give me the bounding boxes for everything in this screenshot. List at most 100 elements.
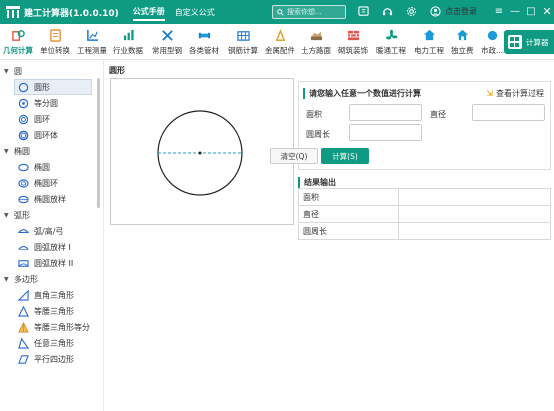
menu-icon[interactable]: ≡ [491, 6, 507, 17]
tool-label: 工程测量 [77, 46, 107, 55]
tool-steel[interactable]: 常用型钢 [152, 26, 182, 58]
sidebar-item-isosceles-divided[interactable]: 等腰三角形等分 [0, 319, 103, 335]
circle-diagram [157, 110, 243, 196]
tool-masonry[interactable]: 砌筑装饰 [338, 26, 368, 58]
circumference-input[interactable] [349, 124, 422, 141]
tool-survey[interactable]: 工程测量 [77, 26, 107, 58]
sidebar-item-ellipse-ring[interactable]: 椭圆环 [0, 175, 103, 191]
sidebar-item-arc-lofting-1[interactable]: 圆弧放样 I [0, 239, 103, 255]
divided-circle-icon [18, 98, 29, 109]
tool-municipal[interactable]: 市政... [481, 26, 503, 58]
arrow-icon: ⇲ [486, 89, 493, 98]
caret-down-icon: ▼ [4, 67, 9, 75]
masonry-icon [346, 28, 360, 42]
login-button[interactable]: 点击登录 [428, 4, 477, 18]
isosceles-triangle-icon [18, 305, 29, 317]
tool-industry-data[interactable]: 行业数据 [113, 26, 143, 58]
tool-earthwork[interactable]: 土方路面 [301, 26, 331, 58]
feedback-icon[interactable] [356, 4, 370, 18]
item-label: 圆弧放样 I [34, 242, 71, 252]
search-input[interactable]: 搜索你想... [272, 5, 346, 19]
sidebar-item-divided-circle[interactable]: 等分圆 [0, 95, 103, 111]
sidebar-item-torus[interactable]: 圆环体 [0, 127, 103, 143]
tool-rebar[interactable]: 钢筋计算 [228, 26, 258, 58]
diameter-input[interactable] [472, 104, 545, 121]
tab-formula-handbook[interactable]: 公式手册 [132, 4, 165, 21]
table-row: 圆周长 [298, 222, 551, 240]
ellipse-icon [18, 162, 29, 173]
fee-icon [455, 28, 469, 42]
center-point [198, 151, 202, 155]
item-label: 椭圆环 [34, 178, 58, 188]
sidebar-item-arc[interactable]: 弧/高/弓 [0, 223, 103, 239]
maximize-icon[interactable]: □ [523, 6, 539, 17]
torus-icon [18, 130, 29, 141]
clear-button[interactable]: 清空(Q) [270, 148, 318, 164]
sidebar-item-isosceles-triangle[interactable]: 等腰三角形 [0, 303, 103, 319]
view-process-link[interactable]: ⇲ 查看计算过程 [486, 88, 544, 99]
tool-power[interactable]: 电力工程 [414, 26, 444, 58]
search-icon [277, 8, 284, 16]
tool-geometry[interactable]: 几何计算 [3, 26, 33, 58]
tool-unit-convert[interactable]: 单位转换 [40, 26, 70, 58]
sidebar-item-arc-lofting-2[interactable]: 圆弧放样 II [0, 255, 103, 271]
tool-metal-parts[interactable]: 金属配件 [265, 26, 295, 58]
steel-icon [160, 28, 174, 42]
tool-label: 市政... [481, 46, 504, 55]
category-toolbar: 几何计算 单位转换 工程测量 行业数据 常用型钢 各类管材 钢筋计算 金属配件 … [0, 24, 554, 60]
tool-fee[interactable]: 独立费 [451, 26, 474, 58]
tool-label: 各类管材 [189, 46, 219, 55]
group-label: 多边形 [14, 274, 38, 284]
result-label: 面积 [298, 188, 399, 206]
tool-pipe[interactable]: 各类管材 [189, 26, 219, 58]
shape-sidebar: ▼ 圆 圆形 等分圆 圆环 圆环体 ▼ 椭圆 椭圆 椭圆环 椭圆放样 ▼ 弧形 … [0, 61, 104, 411]
sidebar-item-right-triangle[interactable]: 直角三角形 [0, 287, 103, 303]
group-label: 圆 [14, 66, 22, 76]
tool-label: 砌筑装饰 [338, 46, 368, 55]
settings-icon[interactable] [404, 4, 418, 18]
item-label: 圆弧放样 II [34, 258, 74, 268]
close-icon[interactable]: ✕ [539, 5, 554, 18]
group-circle[interactable]: ▼ 圆 [0, 63, 103, 79]
unit-convert-icon [48, 28, 62, 42]
survey-icon [85, 28, 99, 42]
circumference-label: 圆周长 [306, 130, 330, 139]
minimize-icon[interactable]: — [507, 6, 523, 17]
result-label: 圆周长 [298, 222, 399, 240]
sidebar-item-ellipse[interactable]: 椭圆 [0, 159, 103, 175]
area-input[interactable] [349, 104, 422, 121]
table-row: 直径 [298, 205, 551, 223]
item-label: 直角三角形 [34, 290, 74, 300]
sidebar-scrollbar[interactable] [97, 78, 100, 208]
group-label: 弧形 [14, 210, 30, 220]
tool-label: 常用型钢 [152, 46, 182, 55]
arc-lofting-1-icon [18, 242, 29, 253]
sidebar-item-parallelogram[interactable]: 平行四边形 [0, 351, 103, 367]
tool-hvac[interactable]: 暖通工程 [376, 26, 406, 58]
sidebar-item-ellipse-lofting[interactable]: 椭圆放样 [0, 191, 103, 207]
earthwork-icon [309, 28, 323, 42]
item-label: 等腰三角形等分 [34, 322, 90, 332]
right-triangle-icon [18, 289, 29, 301]
sidebar-item-ring[interactable]: 圆环 [0, 111, 103, 127]
item-label: 弧/高/弓 [34, 226, 64, 236]
ring-icon [18, 114, 29, 125]
item-label: 任意三角形 [34, 338, 74, 348]
pipe-icon [197, 28, 211, 42]
arc-lofting-2-icon [18, 258, 29, 269]
group-polygon[interactable]: ▼ 多边形 [0, 271, 103, 287]
group-arc[interactable]: ▼ 弧形 [0, 207, 103, 223]
calculator-button[interactable]: 计算器 [504, 30, 554, 54]
calculate-button[interactable]: 计算(S) [321, 148, 369, 164]
sidebar-item-any-triangle[interactable]: 任意三角形 [0, 335, 103, 351]
search-placeholder: 搜索你想... [287, 8, 322, 16]
item-label: 平行四边形 [34, 354, 74, 364]
tab-custom-formula[interactable]: 自定义公式 [175, 5, 215, 20]
ellipse-lofting-icon [18, 194, 29, 205]
caret-down-icon: ▼ [4, 147, 9, 155]
item-label: 圆形 [34, 82, 50, 92]
result-table: 面积 直径 圆周长 [298, 188, 551, 240]
sidebar-item-circle[interactable]: 圆形 [14, 79, 92, 95]
headset-icon[interactable] [380, 4, 394, 18]
group-ellipse[interactable]: ▼ 椭圆 [0, 143, 103, 159]
